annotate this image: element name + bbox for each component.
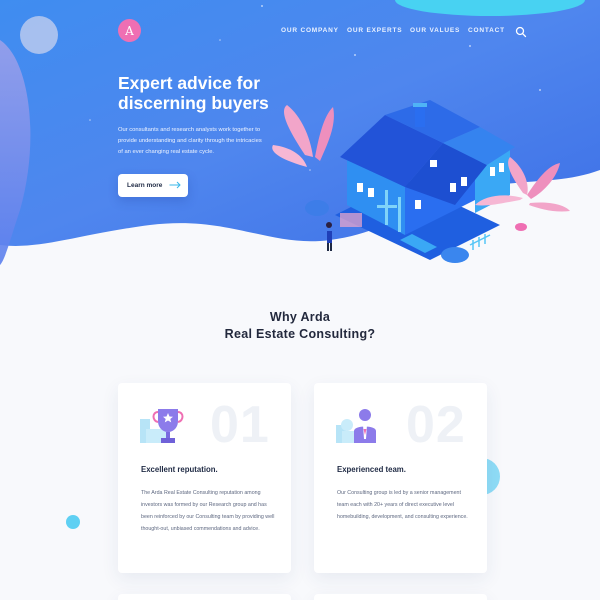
card-number: 01 (210, 396, 270, 454)
nav-item-our-values[interactable]: OUR VALUES (410, 27, 460, 34)
hero-title-line-1: Expert advice for (118, 73, 260, 93)
why-title-line-2: Real Estate Consulting? (224, 327, 376, 341)
team-icon (336, 409, 376, 443)
card-title: Excellent reputation. (141, 465, 218, 474)
page: A OUR COMPANY OUR EXPERTS OUR VALUES CON… (0, 0, 600, 600)
feature-card-peek-left (118, 594, 291, 600)
arrow-right-icon (169, 181, 181, 189)
trophy-icon (140, 409, 184, 443)
search-icon (515, 26, 527, 38)
card-title: Experienced team. (337, 465, 406, 474)
nav-item-contact[interactable]: CONTACT (468, 27, 505, 34)
search-button[interactable] (515, 25, 527, 38)
hero-title: Expert advice for discerning buyers (118, 73, 298, 113)
card-description: The Arda Real Estate Consulting reputati… (141, 490, 275, 532)
nav-item-our-company[interactable]: OUR COMPANY (281, 27, 339, 34)
card-number: 02 (406, 396, 466, 454)
logo[interactable]: A (118, 19, 141, 42)
hero-title-line-2: discerning buyers (118, 93, 269, 113)
feature-card-team: 02 Experienced team. Our Consulting grou… (314, 383, 487, 573)
feature-card-reputation: 01 Excellent reputation. The Arda Real E… (118, 383, 291, 573)
hero-description: Our consultants and research analysts wo… (118, 127, 262, 155)
house-illustration (272, 100, 570, 263)
decorative-circle-cyan-small (66, 515, 80, 529)
card-description: Our Consulting group is led by a senior … (337, 490, 468, 520)
why-title-line-1: Why Arda (269, 310, 331, 324)
why-section-title: Why Arda Real Estate Consulting? (0, 309, 600, 343)
learn-more-button[interactable]: Learn more (118, 174, 188, 197)
nav-item-our-experts[interactable]: OUR EXPERTS (347, 27, 402, 34)
learn-more-label: Learn more (127, 182, 163, 189)
feature-card-peek-right (314, 594, 487, 600)
